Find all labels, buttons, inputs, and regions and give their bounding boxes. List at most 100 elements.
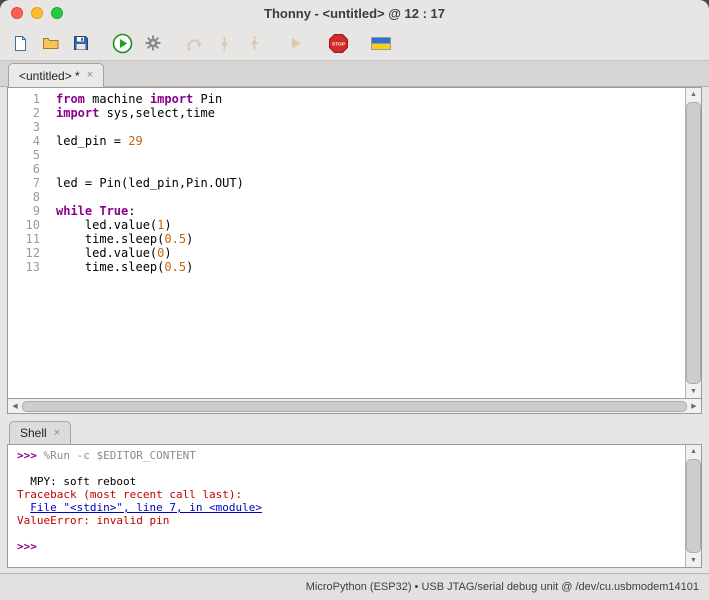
shell-pane: >>> %Run -c $EDITOR_CONTENT MPY: soft re… <box>7 444 702 568</box>
token-plain: machine <box>84 92 150 106</box>
token-err: ValueError: invalid pin <box>17 514 170 527</box>
scroll-down-icon[interactable]: ▼ <box>686 385 701 398</box>
token-plain: : <box>128 204 136 218</box>
token-plain: led.value( <box>56 246 158 260</box>
shell-line: File "<stdin>", line 7, in <module> <box>17 501 685 514</box>
shell-output[interactable]: >>> %Run -c $EDITOR_CONTENT MPY: soft re… <box>8 445 685 567</box>
support-ukraine-button[interactable] <box>368 31 393 56</box>
statusbar: MicroPython (ESP32) • USB JTAG/serial de… <box>0 573 709 600</box>
shell-line: Traceback (most recent call last): <box>17 488 685 501</box>
line-number: 8 <box>32 190 40 204</box>
shell-tabbar: Shell × <box>7 414 702 444</box>
traffic-lights <box>11 7 63 19</box>
shell-vertical-scrollbar[interactable]: ▲ ▼ <box>685 445 701 567</box>
token-kw: True <box>99 204 129 218</box>
line-number: 5 <box>32 148 40 162</box>
token-plain: led = Pin(led_pin,Pin.OUT) <box>56 176 244 190</box>
scrollbar-track[interactable] <box>22 399 687 413</box>
token-plain: led_pin = <box>56 134 129 148</box>
step-over-icon <box>186 36 204 51</box>
line-number: 1 <box>32 92 40 106</box>
token-cmd: %Run -c $EDITOR_CONTENT <box>43 449 196 462</box>
step-into-icon <box>217 36 232 51</box>
step-over-button <box>182 31 207 56</box>
line-number: 13 <box>25 260 40 274</box>
debug-icon <box>144 34 162 52</box>
token-plain: Pin <box>193 92 223 106</box>
line-number: 6 <box>32 162 40 176</box>
code-editor[interactable]: from machine import Pin import sys,select… <box>47 88 685 398</box>
shell-line: >>> %Run -c $EDITOR_CONTENT <box>17 449 685 462</box>
line-number: 4 <box>32 134 40 148</box>
tab-untitled[interactable]: <untitled> * × <box>8 63 105 87</box>
open-icon <box>42 35 60 51</box>
scrollbar-track[interactable] <box>686 101 701 385</box>
stop-icon: STOP <box>328 33 349 54</box>
token-kw: import <box>56 106 100 120</box>
save-file-button[interactable] <box>68 31 93 56</box>
shell-line: MPY: soft reboot <box>17 475 685 488</box>
traceback-link[interactable]: File "<stdin>", line 7, in <module> <box>30 501 262 514</box>
scrollbar-thumb[interactable] <box>686 102 701 384</box>
scrollbar-thumb[interactable] <box>686 459 701 553</box>
token-prompt: >>> <box>17 449 44 462</box>
line-number: 10 <box>25 218 40 232</box>
step-out-icon <box>247 35 262 51</box>
token-num: 29 <box>128 134 143 148</box>
zoom-window-button[interactable] <box>51 7 63 19</box>
line-number: 12 <box>25 246 40 260</box>
new-file-button[interactable] <box>8 31 33 56</box>
token-num: 0.5 <box>164 232 187 246</box>
line-number-gutter: 1 2 3 4 5 6 7 8 9 10 11 12 13 <box>8 88 47 398</box>
toolbar: STOP <box>0 26 709 60</box>
editor-tabbar: <untitled> * × <box>0 60 709 87</box>
debug-script-button[interactable] <box>140 31 165 56</box>
tab-label: <untitled> * <box>19 68 80 83</box>
new-icon <box>12 35 29 52</box>
token-plain: led.value( <box>56 218 158 232</box>
interpreter-status[interactable]: MicroPython (ESP32) • USB JTAG/serial de… <box>306 581 699 593</box>
line-number: 7 <box>32 176 40 190</box>
line-number: 11 <box>25 232 40 246</box>
step-into-button <box>212 31 237 56</box>
svg-text:STOP: STOP <box>332 41 346 47</box>
stop-restart-button[interactable]: STOP <box>326 31 351 56</box>
token-plain: ) <box>164 246 172 260</box>
run-script-button[interactable] <box>110 31 135 56</box>
editor-horizontal-scrollbar[interactable]: ◀ ▶ <box>7 399 702 414</box>
code-line: time.sleep(0.5) <box>56 232 685 246</box>
token-out: MPY: soft reboot <box>17 475 137 488</box>
tab-close-icon[interactable]: × <box>87 70 93 81</box>
titlebar: Thonny - <untitled> @ 12 : 17 <box>0 0 709 26</box>
scroll-down-icon[interactable]: ▼ <box>686 554 701 567</box>
shell-tab-label: Shell <box>20 426 47 440</box>
window-title: Thonny - <untitled> @ 12 : 17 <box>264 5 445 21</box>
line-number: 9 <box>32 204 40 218</box>
scroll-right-icon[interactable]: ▶ <box>687 402 701 410</box>
token-plain: time.sleep( <box>56 260 165 274</box>
shell-tab-close-icon[interactable]: × <box>54 427 60 439</box>
scroll-left-icon[interactable]: ◀ <box>8 402 22 410</box>
scrollbar-track[interactable] <box>686 458 701 554</box>
close-window-button[interactable] <box>11 7 23 19</box>
minimize-window-button[interactable] <box>31 7 43 19</box>
token-num: 0.5 <box>164 260 187 274</box>
scroll-up-icon[interactable]: ▲ <box>686 445 701 458</box>
step-out-button <box>242 31 267 56</box>
resume-icon <box>289 36 304 51</box>
scroll-up-icon[interactable]: ▲ <box>686 88 701 101</box>
code-line: from machine import Pin <box>56 92 685 106</box>
shell-line: ValueError: invalid pin <box>17 514 685 527</box>
editor-vertical-scrollbar[interactable]: ▲ ▼ <box>685 88 701 398</box>
open-file-button[interactable] <box>38 31 63 56</box>
thonny-window: Thonny - <untitled> @ 12 : 17 STOP <unti… <box>0 0 709 600</box>
token-plain: time.sleep( <box>56 232 165 246</box>
run-icon <box>112 33 133 54</box>
token-kw: while <box>56 204 93 218</box>
token-prompt: >>> <box>17 540 44 553</box>
line-number: 2 <box>32 106 40 120</box>
scrollbar-thumb[interactable] <box>22 400 687 412</box>
tab-shell[interactable]: Shell × <box>9 421 72 444</box>
